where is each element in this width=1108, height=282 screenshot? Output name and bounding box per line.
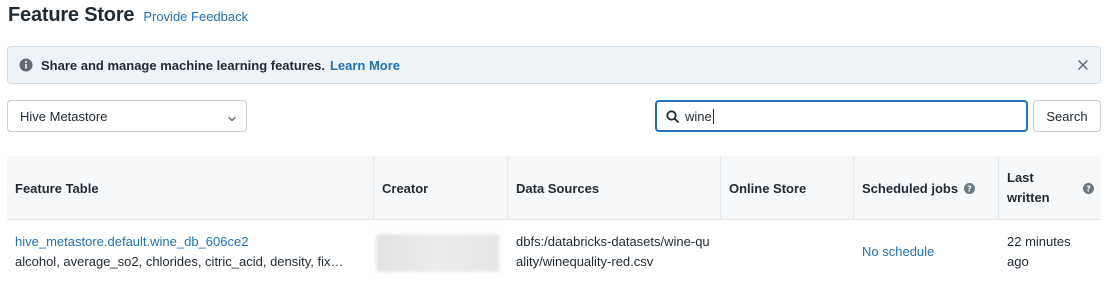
column-header-label: Feature Table — [15, 180, 99, 196]
help-icon[interactable]: ? — [1083, 182, 1094, 194]
learn-more-link[interactable]: Learn More — [330, 58, 400, 73]
cell-creator — [374, 220, 508, 282]
help-icon[interactable]: ? — [964, 182, 976, 194]
data-source-path: dbfs:/databricks-datasets/wine-quality/w… — [516, 234, 710, 269]
table-header: Feature Table Creator Data Sources Onlin… — [7, 156, 1101, 220]
search-input[interactable]: wine — [655, 100, 1028, 132]
column-header-label: Data Sources — [516, 180, 600, 196]
search-button[interactable]: Search — [1033, 100, 1101, 132]
banner-message: Share and manage machine learning featur… — [41, 57, 325, 73]
column-header-data-sources[interactable]: Data Sources — [508, 156, 721, 220]
column-header-label: Scheduled jobs — [862, 180, 959, 196]
search-input-value: wine — [685, 108, 712, 124]
column-header-creator[interactable]: Creator — [374, 156, 508, 220]
table-row: hive_metastore.default.wine_db_606ce2 al… — [7, 220, 1101, 282]
search-icon — [666, 109, 679, 123]
page-title: Feature Store — [8, 4, 135, 26]
no-schedule-link[interactable]: No schedule — [862, 244, 934, 259]
redacted-creator — [376, 234, 499, 272]
column-header-label: Last written — [1007, 170, 1050, 205]
cell-data-sources: dbfs:/databricks-datasets/wine-quality/w… — [508, 220, 713, 282]
column-header-scheduled-jobs[interactable]: Scheduled jobs ? — [854, 156, 999, 220]
cell-online-store — [721, 220, 854, 282]
column-header-feature-table[interactable]: Feature Table — [7, 156, 374, 220]
column-header-label: Creator — [382, 180, 429, 196]
svg-text:?: ? — [1086, 184, 1091, 193]
page-header: Feature Store Provide Feedback — [8, 4, 248, 32]
catalog-select-value: Hive Metastore — [20, 108, 108, 124]
feature-list: alcohol, average_so2, chlorides, citric_… — [15, 254, 344, 269]
catalog-select[interactable]: Hive Metastore — [7, 100, 247, 132]
cell-feature-table: hive_metastore.default.wine_db_606ce2 al… — [7, 220, 367, 282]
text-cursor — [712, 108, 714, 124]
chevron-down-icon — [227, 112, 237, 122]
column-header-label: Online Store — [729, 180, 807, 196]
svg-text:?: ? — [967, 184, 972, 193]
last-written-value: 22 minutes ago — [1007, 234, 1071, 269]
close-icon[interactable] — [1076, 58, 1090, 72]
column-header-online-store[interactable]: Online Store — [721, 156, 854, 220]
info-banner: Share and manage machine learning featur… — [7, 46, 1101, 84]
cell-scheduled-jobs: No schedule — [854, 220, 999, 282]
feature-table-link[interactable]: hive_metastore.default.wine_db_606ce2 — [15, 232, 367, 252]
info-icon — [19, 58, 33, 72]
feature-table: Feature Table Creator Data Sources Onlin… — [7, 156, 1101, 282]
cell-last-written: 22 minutes ago — [999, 220, 1101, 282]
column-header-last-written[interactable]: Last written ? — [999, 156, 1101, 220]
provide-feedback-link[interactable]: Provide Feedback — [143, 9, 248, 24]
